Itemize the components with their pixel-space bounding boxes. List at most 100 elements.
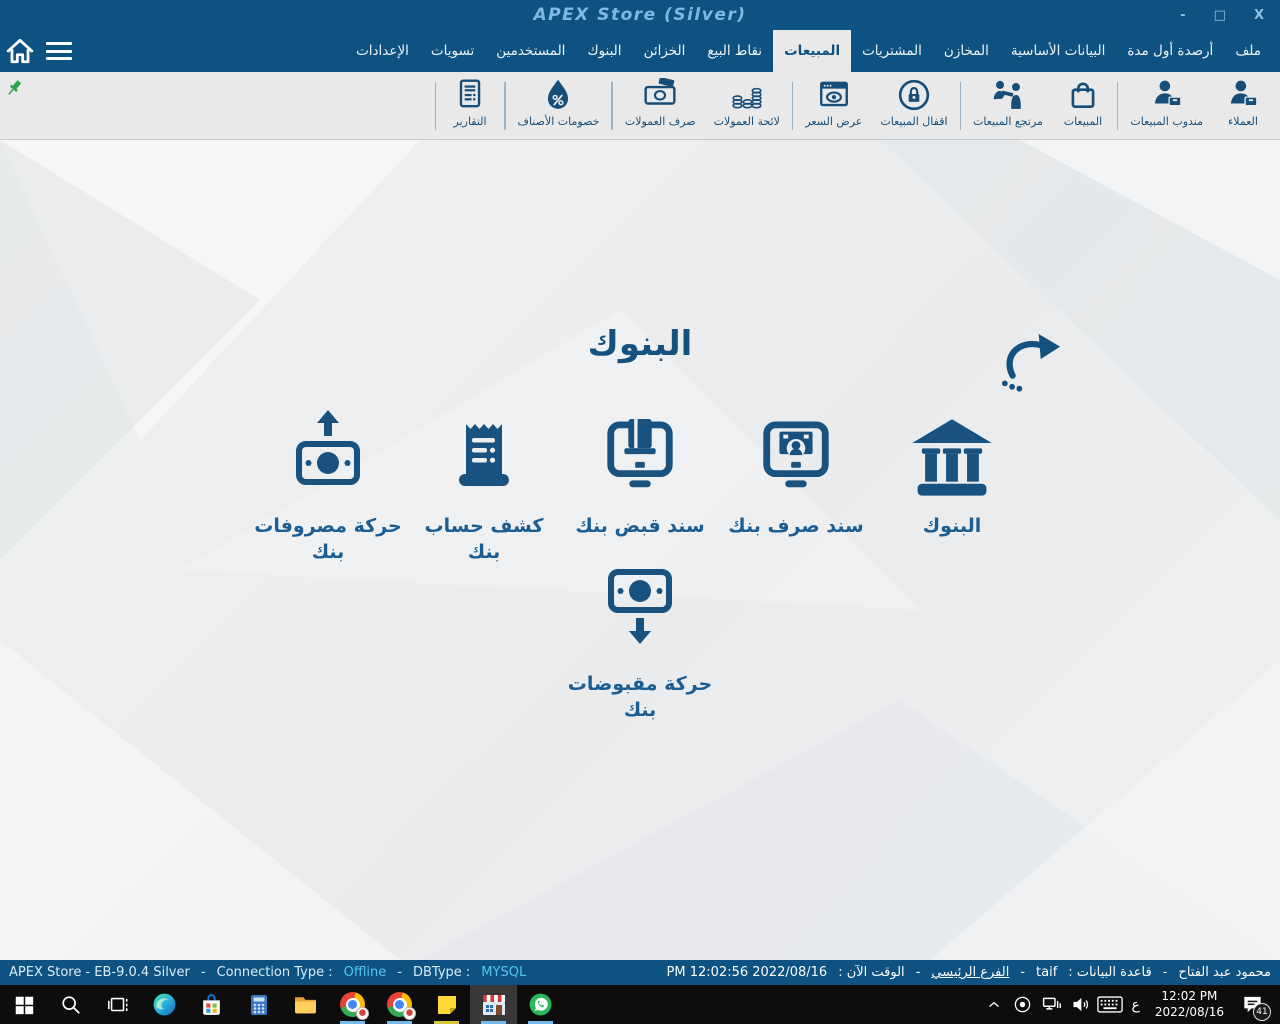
bank-expenses-icon (288, 406, 368, 510)
ribbon-item-reports[interactable]: التقارير (439, 75, 501, 139)
separator: - (916, 965, 921, 980)
system-tray: ع 12:02 PM 2022/08/16 41 (979, 985, 1280, 1024)
customers-icon (1226, 78, 1260, 112)
file-explorer-icon (293, 992, 318, 1017)
shortcut-bank-expenses[interactable]: حركة مصروفات بنك (250, 406, 406, 565)
menu-item-adjustments[interactable]: تسويات (420, 30, 485, 72)
shortcut-bank-receipt-voucher[interactable]: سند قبض بنك (562, 406, 718, 565)
return-arrow-icon (1000, 333, 1062, 395)
shortcut-banks[interactable]: البنوك (874, 406, 1030, 565)
meet-now-icon (1013, 995, 1032, 1014)
taskbar-app-chrome-1[interactable] (329, 985, 376, 1024)
hamburger-menu-icon[interactable] (44, 40, 74, 62)
notification-center-button[interactable]: 41 (1232, 985, 1272, 1024)
branch-link[interactable]: الفرع الرئيسي (931, 965, 1009, 980)
menu-item-safes[interactable]: الخزائن (633, 30, 697, 72)
chevron-up-icon (985, 996, 1003, 1014)
app-version: APEX Store - EB-9.0.4 Silver (9, 965, 190, 980)
bank-icon (909, 406, 995, 510)
menu-item-pos[interactable]: نقاط البيع (696, 30, 773, 72)
search-icon (60, 994, 82, 1016)
pin-icon[interactable] (5, 79, 24, 98)
task-view-button[interactable] (94, 985, 141, 1024)
menu-item-sales[interactable]: المبيعات (773, 30, 851, 72)
ribbon-item-sales-return[interactable]: مرتجع المبيعات (964, 75, 1052, 139)
taskbar-app-edge[interactable] (141, 985, 188, 1024)
whatsapp-icon (528, 992, 553, 1017)
start-icon (13, 994, 35, 1016)
ribbon-item-sales-rep[interactable]: مندوب المبيعات (1121, 75, 1212, 139)
taskbar-app-apex-store[interactable] (470, 985, 517, 1024)
menu-item-opening-balances[interactable]: أرصدة أول مدة (1116, 30, 1224, 72)
touch-keyboard-button[interactable] (1095, 985, 1124, 1024)
shortcut-bank-receipts[interactable]: حركة مقبوضات بنك (562, 564, 718, 723)
shortcut-bank-payment-voucher[interactable]: سند صرف بنك (718, 406, 874, 565)
statusbar-right: محمود عبد الفتاح - قاعدة البيانات : taif… (667, 965, 1271, 980)
menu-item-settings[interactable]: الإعدادات (345, 30, 420, 72)
chrome-icon (387, 992, 412, 1017)
speaker-icon (1070, 994, 1091, 1015)
database-value: taif (1036, 965, 1057, 980)
connection-value: Offline (344, 965, 387, 980)
ribbon-item-commission-list[interactable]: لائحة العمولات (705, 75, 789, 139)
ribbon-item-price-quote[interactable]: عرض السعر (796, 75, 871, 139)
taskbar-clock[interactable]: 12:02 PM 2022/08/16 (1147, 989, 1232, 1020)
ribbon-item-sales-lock[interactable]: اقفال المبيعات (871, 75, 956, 139)
ribbon-item-sales[interactable]: المبيعات (1052, 75, 1114, 139)
bank-payment-voucher-icon (757, 406, 835, 510)
shortcut-row-1: البنوك سند صرف بنك سند قبض بنك كشف حساب … (250, 406, 1030, 565)
tray-expand-button[interactable] (979, 985, 1008, 1024)
language-indicator[interactable]: ع (1124, 997, 1146, 1013)
separator: - (397, 965, 402, 980)
ribbon-item-customers[interactable]: العملاء (1212, 75, 1274, 139)
apex-store-icon (481, 992, 507, 1018)
maximize-button[interactable]: □ (1214, 8, 1226, 23)
statusbar: APEX Store - EB-9.0.4 Silver - Connectio… (0, 960, 1280, 985)
back-button[interactable] (1000, 333, 1062, 395)
bank-statement-icon (444, 406, 524, 510)
ribbon-separator (611, 82, 613, 130)
titlebar: APEX Store (Silver) - □ X (0, 0, 1280, 30)
taskbar-search-button[interactable] (47, 985, 94, 1024)
volume-button[interactable] (1066, 985, 1095, 1024)
bank-receipt-voucher-icon (601, 406, 679, 510)
menu-item-warehouses[interactable]: المخازن (933, 30, 1000, 72)
menu-item-banks[interactable]: البنوك (576, 30, 632, 72)
shortcut-bank-statement[interactable]: كشف حساب بنك (406, 406, 562, 565)
minimize-button[interactable]: - (1180, 8, 1185, 23)
taskbar-app-chrome-2[interactable] (376, 985, 423, 1024)
shortcut-row-2: حركة مقبوضات بنك (562, 564, 718, 723)
start-button[interactable] (0, 985, 47, 1024)
taskbar-app-calculator[interactable] (235, 985, 282, 1024)
notification-count-badge: 41 (1253, 1003, 1271, 1021)
dbtype-value: MYSQL (481, 965, 526, 980)
commission-list-icon (730, 78, 764, 112)
taskbar-app-file-explorer[interactable] (282, 985, 329, 1024)
taskbar-app-whatsapp[interactable] (517, 985, 564, 1024)
ribbon-item-commission-pay[interactable]: صرف العمولات (616, 75, 705, 139)
clock-time: 12:02 PM (1155, 989, 1224, 1005)
taskbar-app-sticky-notes[interactable] (423, 985, 470, 1024)
edge-icon (152, 992, 177, 1017)
separator: - (1020, 965, 1025, 980)
sales-return-icon (991, 78, 1025, 112)
time-label: الوقت الآن : (838, 965, 905, 980)
close-button[interactable]: X (1254, 8, 1264, 23)
menu-item-file[interactable]: ملف (1224, 30, 1272, 72)
taskbar-app-ms-store[interactable] (188, 985, 235, 1024)
home-icon[interactable] (5, 36, 35, 66)
menu-item-purchases[interactable]: المشتريات (851, 30, 933, 72)
ribbon-item-item-discounts[interactable]: خصومات الأصناف (509, 75, 609, 139)
taskbar: ع 12:02 PM 2022/08/16 41 (0, 985, 1280, 1024)
menu-item-basic-data[interactable]: البيانات الأساسية (1000, 30, 1117, 72)
reports-icon (453, 78, 487, 112)
task-view-icon (107, 994, 129, 1016)
chrome-icon (340, 992, 365, 1017)
profile-badge-icon (356, 1007, 369, 1020)
ribbon-separator (1117, 82, 1119, 130)
network-button[interactable] (1037, 985, 1066, 1024)
calculator-icon (247, 993, 271, 1017)
menu-item-users[interactable]: المستخدمين (485, 30, 576, 72)
sales-bag-icon (1066, 78, 1100, 112)
meet-now-button[interactable] (1008, 985, 1037, 1024)
